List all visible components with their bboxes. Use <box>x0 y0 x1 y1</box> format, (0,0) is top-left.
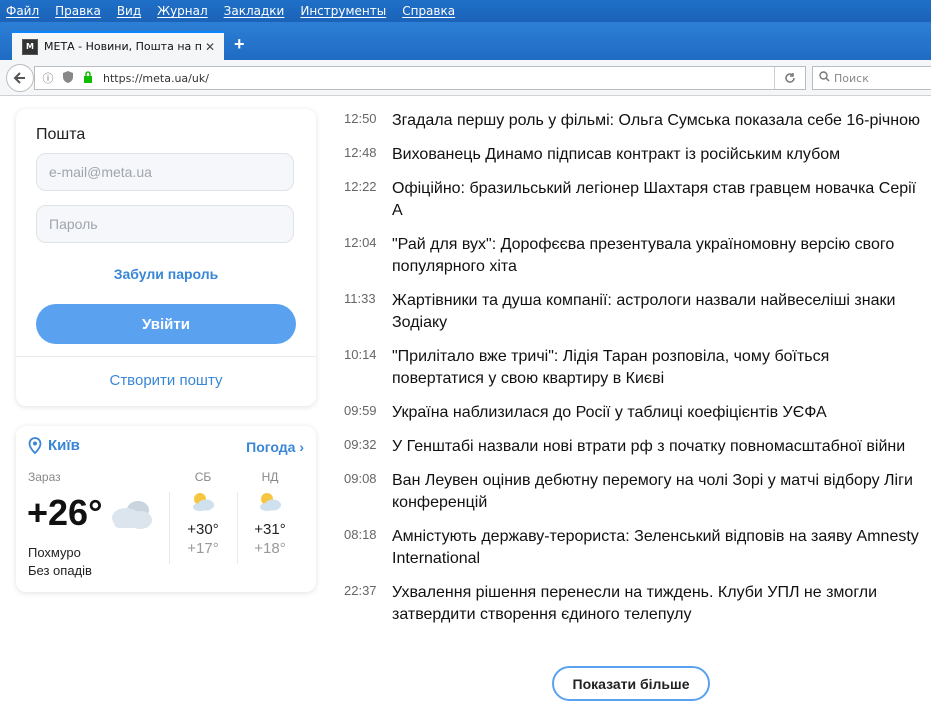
cloud-icon <box>112 501 152 529</box>
news-item[interactable]: 09:32 У Генштабі назвали нові втрати рф … <box>344 436 924 458</box>
back-button[interactable] <box>6 64 34 92</box>
mail-title: Пошта <box>36 126 86 143</box>
menu-history[interactable]: Журнал <box>157 4 208 18</box>
forecast-day-name: НД <box>261 470 279 484</box>
weather-precipitation: Без опадів <box>28 563 92 578</box>
mail-login-card: Пошта Забули пароль Увійти Створити пошт… <box>16 109 316 406</box>
menu-bookmarks[interactable]: Закладки <box>224 4 285 18</box>
news-headline[interactable]: Офіційно: бразильський легіонер Шахтаря … <box>392 178 924 222</box>
news-item[interactable]: 12:22 Офіційно: бразильський легіонер Ша… <box>344 178 924 222</box>
menu-file[interactable]: Файл <box>6 4 39 18</box>
news-item[interactable]: 12:50 Згадала першу роль у фільмі: Ольга… <box>344 110 924 132</box>
news-item[interactable]: 12:04 "Рай для вух": Дорофєєва презентув… <box>344 234 924 278</box>
forecast-day-sat: СБ +30° +17° <box>178 470 228 557</box>
news-headline[interactable]: У Генштабі назвали нові втрати рф з поча… <box>392 436 924 458</box>
weather-separator <box>237 492 238 564</box>
weather-more-label: Погода <box>246 439 296 455</box>
news-item[interactable]: 08:18 Амністують державу-терориста: Зеле… <box>344 526 924 570</box>
password-field[interactable] <box>36 205 294 243</box>
news-headline[interactable]: "Рай для вух": Дорофєєва презентувала ук… <box>392 234 924 278</box>
news-time: 10:14 <box>344 347 377 362</box>
news-item[interactable]: 22:37 Ухвалення рішення перенесли на тиж… <box>344 582 924 626</box>
search-bar[interactable]: Поиск <box>812 66 931 90</box>
info-icon[interactable]: ⓘ <box>41 70 55 86</box>
news-time: 12:04 <box>344 235 377 250</box>
news-time: 12:50 <box>344 111 377 126</box>
divider <box>16 356 316 357</box>
forecast-low: +18° <box>254 540 286 557</box>
menu-view[interactable]: Вид <box>117 4 141 18</box>
menu-bar: Файл Правка Вид Журнал Закладки Инструме… <box>0 0 931 22</box>
back-arrow-icon <box>13 72 25 84</box>
news-list: 12:50 Згадала першу роль у фільмі: Ольга… <box>344 110 924 638</box>
partly-cloudy-icon <box>193 493 214 511</box>
menu-edit[interactable]: Правка <box>55 4 101 18</box>
weather-city: Київ <box>48 437 80 454</box>
new-tab-button[interactable]: + <box>234 34 245 55</box>
create-mail-link[interactable]: Створити пошту <box>16 372 316 389</box>
menu-help[interactable]: Справка <box>402 4 455 18</box>
email-field[interactable] <box>36 153 294 191</box>
news-headline[interactable]: Ван Леувен оцінив дебютну перемогу на чо… <box>392 470 924 514</box>
tab-strip: M МЕТА - Новини, Пошта на п... ✕ + <box>0 22 931 60</box>
lock-icon[interactable] <box>81 70 95 86</box>
search-placeholder: Поиск <box>834 71 869 85</box>
forgot-password-link[interactable]: Забули пароль <box>16 266 316 282</box>
address-bar[interactable]: ⓘ https://meta.ua/uk/ <box>34 66 806 90</box>
navigation-bar: ⓘ https://meta.ua/uk/ Поиск <box>0 60 931 96</box>
weather-description: Похмуро <box>28 545 81 560</box>
tracking-shield-icon[interactable] <box>61 70 75 86</box>
weather-more-link[interactable]: Погода › <box>246 439 304 455</box>
forecast-day-sun: НД +31° +18° <box>245 470 295 557</box>
location-pin-icon <box>28 437 42 454</box>
news-item[interactable]: 10:14 "Прилітало вже тричі": Лідія Таран… <box>344 346 924 390</box>
news-item[interactable]: 09:08 Ван Леувен оцінив дебютну перемогу… <box>344 470 924 514</box>
news-time: 09:32 <box>344 437 377 452</box>
weather-city-link[interactable]: Київ <box>28 437 80 454</box>
news-time: 09:08 <box>344 471 377 486</box>
weather-now-label: Зараз <box>28 470 61 484</box>
current-temperature: +26° <box>27 492 103 533</box>
news-headline[interactable]: "Прилітало вже тричі": Лідія Таран розпо… <box>392 346 924 390</box>
forecast-low: +17° <box>187 540 219 557</box>
news-time: 22:37 <box>344 583 377 598</box>
meta-favicon-icon: M <box>22 38 38 55</box>
login-button[interactable]: Увійти <box>36 304 296 344</box>
news-item[interactable]: 09:59 Україна наблизилася до Росії у таб… <box>344 402 924 424</box>
menu-tools[interactable]: Инструменты <box>300 4 386 18</box>
tab-title: МЕТА - Новини, Пошта на п... <box>44 40 202 53</box>
forecast-high: +31° <box>254 521 286 538</box>
forecast-day-name: СБ <box>194 470 212 484</box>
reload-icon[interactable] <box>774 67 805 89</box>
weather-card: Київ Погода › Зараз +26° Похмуро Без опа… <box>16 426 316 592</box>
news-item[interactable]: 11:33 Жартівники та душа компанії: астро… <box>344 290 924 334</box>
news-headline[interactable]: Ухвалення рішення перенесли на тиждень. … <box>392 582 924 626</box>
news-headline[interactable]: Жартівники та душа компанії: астрологи н… <box>392 290 924 334</box>
forecast-high: +30° <box>187 521 219 538</box>
search-icon <box>819 71 830 85</box>
show-more-button[interactable]: Показати більше <box>552 666 710 701</box>
news-headline[interactable]: Україна наблизилася до Росії у таблиці к… <box>392 402 924 424</box>
news-time: 09:59 <box>344 403 377 418</box>
partly-cloudy-icon <box>260 493 281 511</box>
news-time: 12:48 <box>344 145 377 160</box>
news-time: 11:33 <box>344 291 376 306</box>
news-headline[interactable]: Амністують державу-терориста: Зеленський… <box>392 526 924 570</box>
news-time: 08:18 <box>344 527 377 542</box>
url-text[interactable]: https://meta.ua/uk/ <box>103 72 774 85</box>
news-item[interactable]: 12:48 Вихованець Динамо підписав контрак… <box>344 144 924 166</box>
news-time: 12:22 <box>344 179 377 194</box>
close-tab-icon[interactable]: ✕ <box>202 40 218 54</box>
news-headline[interactable]: Згадала першу роль у фільмі: Ольга Сумсь… <box>392 110 924 132</box>
news-headline[interactable]: Вихованець Динамо підписав контракт із р… <box>392 144 924 166</box>
chevron-right-icon: › <box>299 439 304 455</box>
weather-separator <box>169 492 170 564</box>
tab-meta[interactable]: M МЕТА - Новини, Пошта на п... ✕ <box>12 31 224 60</box>
